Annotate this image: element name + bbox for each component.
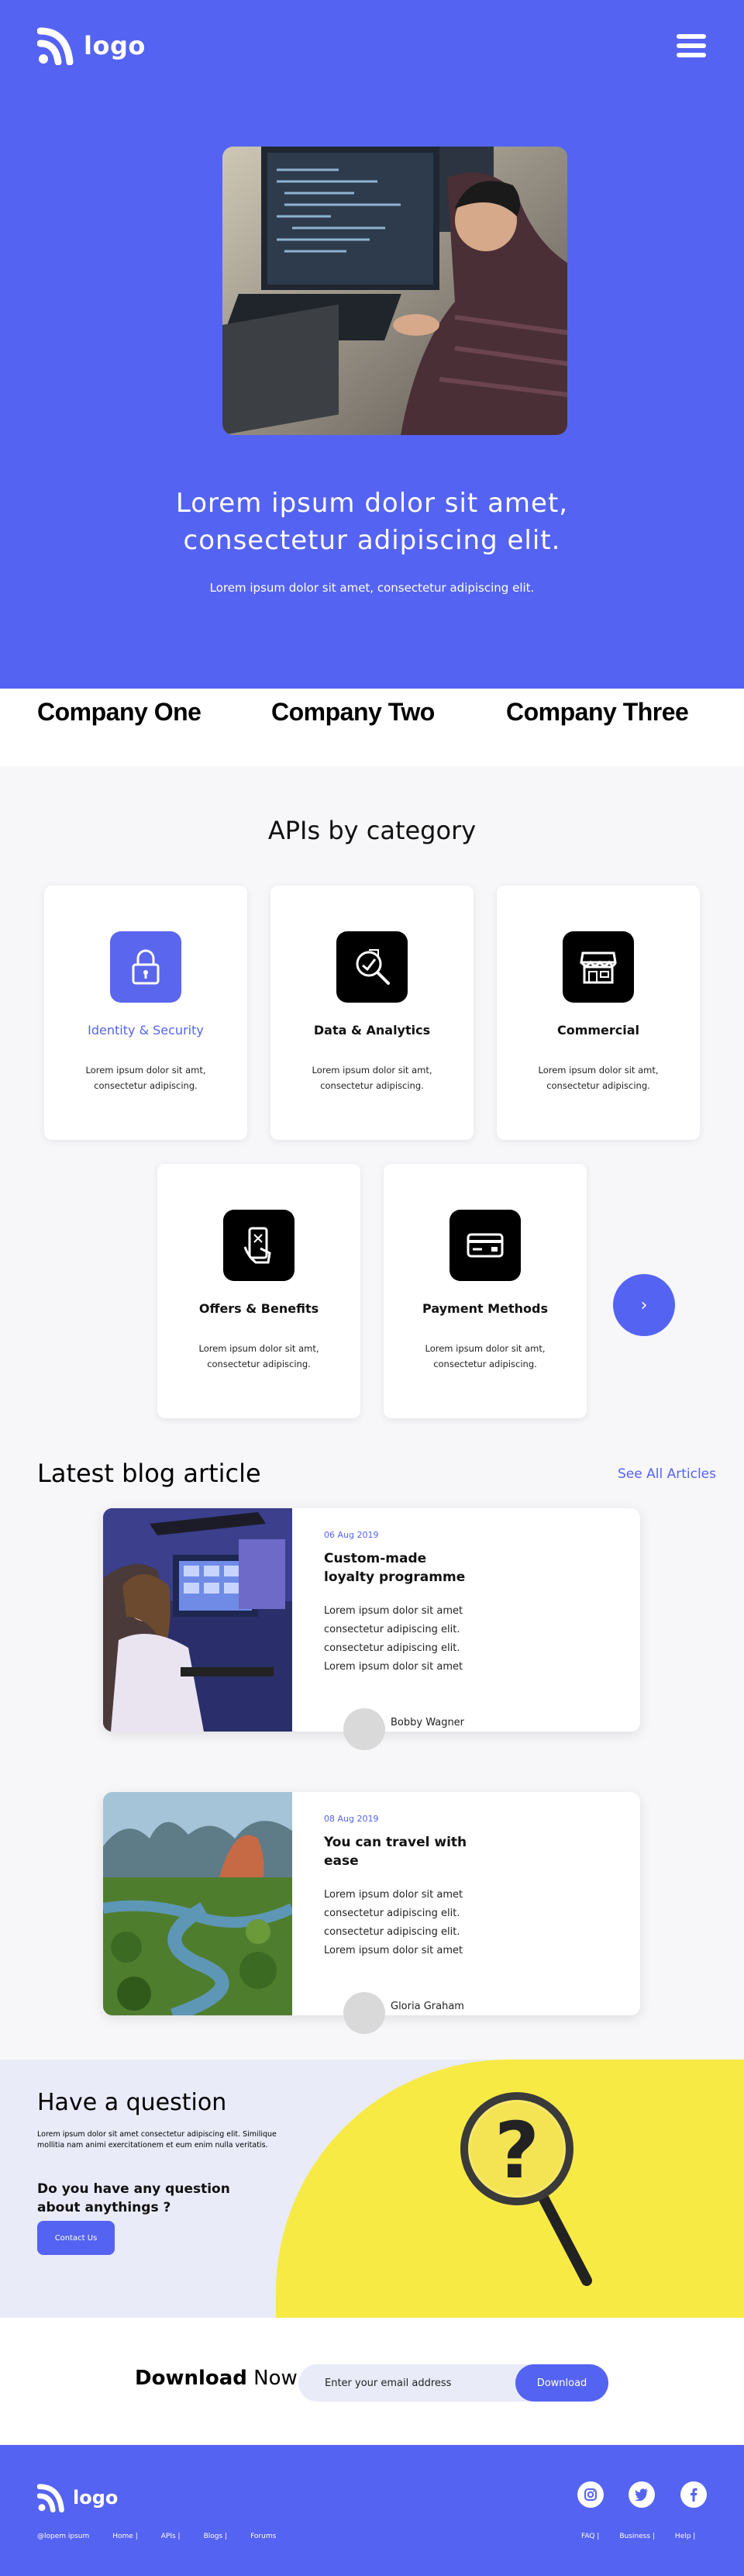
avatar	[343, 1992, 385, 2034]
company-logo-two: Company Two	[271, 698, 435, 726]
question-section: ? Have a question Lorem ipsum dolor sit …	[0, 2060, 744, 2318]
api-card-desc: Lorem ipsum dolor sit amt, consectetur a…	[538, 1065, 659, 1091]
footer-link-forums[interactable]: Forums	[250, 2533, 276, 2540]
contact-us-button[interactable]: Contact Us	[37, 2221, 115, 2255]
chevron-right-icon: ›	[640, 1295, 648, 1315]
credit-card-icon	[450, 1210, 521, 1281]
hamburger-menu-icon[interactable]	[677, 34, 706, 57]
footer-link-faq[interactable]: FAQ |	[581, 2533, 599, 2540]
logo-icon	[36, 26, 74, 66]
footer-link-help[interactable]: Help |	[675, 2533, 695, 2540]
hero-title: Lorem ipsum dolor sit amet, consectetur …	[175, 488, 569, 556]
api-card-data-analytics[interactable]: Data & Analytics Lorem ipsum dolor sit a…	[270, 886, 474, 1140]
twitter-icon[interactable]	[629, 2481, 655, 2508]
footer-link-blogs[interactable]: Blogs |	[204, 2533, 227, 2540]
blog-excerpt: Lorem ipsum dolor sit amet consectetur a…	[324, 1889, 463, 1956]
api-card-desc: Lorem ipsum dolor sit amt, consectetur a…	[425, 1343, 546, 1369]
api-card-title: Identity & Security	[88, 1023, 204, 1038]
download-label: Download Now	[135, 2367, 298, 2390]
api-card-title: Data & Analytics	[313, 1023, 431, 1038]
blog-excerpt: Lorem ipsum dolor sit amet consectetur a…	[324, 1605, 463, 1673]
api-card-title: Offers & Benefits	[198, 1301, 319, 1316]
blog-section-title: Latest blog article	[37, 1459, 261, 1488]
avatar	[343, 1708, 385, 1750]
blog-author: Gloria Graham	[391, 2001, 464, 2012]
api-card-title: Commercial	[556, 1023, 640, 1038]
padlock-icon	[110, 931, 181, 1003]
footer-copyright: @lopem ipsum	[37, 2533, 90, 2540]
footer-right-links: FAQ | Business | Help |	[581, 2533, 695, 2540]
blog-image	[103, 1792, 292, 2015]
companies-strip: Company One Company Two Company Three	[0, 689, 744, 766]
footer-logo[interactable]: logo	[37, 2483, 118, 2512]
storefront-icon	[563, 931, 634, 1003]
company-logo-one: Company One	[37, 698, 202, 726]
blog-image	[103, 1508, 292, 1732]
blog-title[interactable]: Custom-made loyalty programme	[324, 1549, 479, 1587]
hero-subtitle: Lorem ipsum dolor sit amet, consectetur …	[209, 581, 535, 595]
blog-author: Bobby Wagner	[391, 1717, 465, 1728]
company-logo-three: Company Three	[506, 698, 689, 726]
apis-title: APIs by category	[267, 816, 477, 845]
api-card-payment-methods[interactable]: Payment Methods Lorem ipsum dolor sit am…	[384, 1164, 587, 1418]
api-card-desc: Lorem ipsum dolor sit amt, consectetur a…	[198, 1343, 319, 1369]
mobile-offer-icon	[223, 1210, 294, 1281]
blog-date: 08 Aug 2019	[324, 1814, 379, 1824]
instagram-icon[interactable]	[577, 2481, 604, 2508]
footer-link-business[interactable]: Business |	[619, 2533, 655, 2540]
api-card-identity-security[interactable]: Identity & Security Lorem ipsum dolor si…	[44, 886, 247, 1140]
download-button[interactable]: Download	[515, 2364, 608, 2402]
blog-card[interactable]: 08 Aug 2019 You can travel with ease Lor…	[103, 1792, 640, 2034]
question-text: Lorem ipsum dolor sit amet consectetur a…	[37, 2130, 277, 2150]
header-logo[interactable]: logo	[36, 26, 146, 66]
svg-text:?: ?	[494, 2105, 539, 2196]
api-card-title: Payment Methods	[422, 1301, 548, 1316]
blog-card[interactable]: 06 Aug 2019 Custom-made loyalty programm…	[103, 1508, 640, 1750]
footer-link-home[interactable]: Home |	[112, 2533, 137, 2540]
next-arrow-button[interactable]: ›	[613, 1274, 675, 1336]
api-card-desc: Lorem ipsum dolor sit amt, consectetur a…	[312, 1065, 432, 1091]
hero-section: logo Lorem ipsum dolor sit amet, consect…	[0, 0, 744, 689]
logo-text: logo	[73, 2487, 119, 2509]
magnifying-glass-icon: ?	[460, 2092, 592, 2286]
question-title: Have a question	[37, 2089, 227, 2116]
footer-link-apis[interactable]: APIs |	[161, 2533, 181, 2540]
hero-image	[222, 147, 567, 435]
analytics-search-icon	[336, 931, 408, 1003]
download-section: Download Now Download	[0, 2318, 744, 2445]
api-card-desc: Lorem ipsum dolor sit amt, consectetur a…	[85, 1065, 206, 1091]
api-card-commercial[interactable]: Commercial Lorem ipsum dolor sit amt, co…	[497, 886, 700, 1140]
see-all-articles-link[interactable]: See All Articles	[618, 1466, 716, 1482]
footer: logo @lopem ipsum Home | APIs | Blogs | …	[0, 2445, 744, 2576]
logo-text: logo	[84, 31, 146, 60]
facebook-icon[interactable]	[680, 2481, 707, 2508]
question-subtitle: Do you have any question about anythings…	[37, 2181, 230, 2215]
blog-date: 06 Aug 2019	[324, 1530, 379, 1540]
blog-title[interactable]: You can travel with ease	[324, 1833, 479, 1870]
footer-links: @lopem ipsum Home | APIs | Blogs | Forum…	[37, 2533, 276, 2540]
question-yellow-panel: ?	[276, 2060, 744, 2318]
api-card-offers-benefits[interactable]: Offers & Benefits Lorem ipsum dolor sit …	[157, 1164, 360, 1418]
logo-icon	[37, 2484, 64, 2512]
